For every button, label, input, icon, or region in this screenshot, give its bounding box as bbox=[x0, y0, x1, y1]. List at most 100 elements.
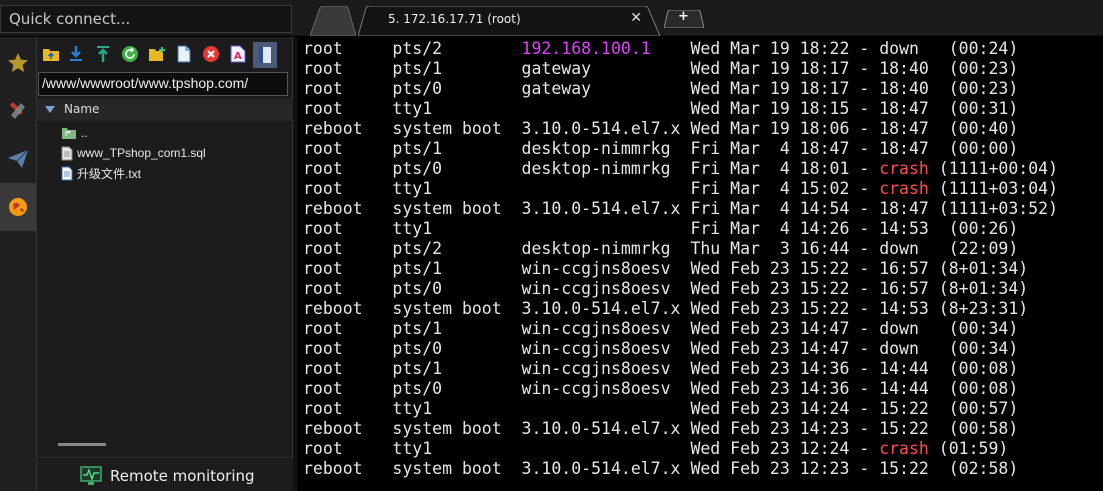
login-end: 18:47 bbox=[879, 99, 939, 118]
login-user: root bbox=[303, 359, 393, 378]
parent-folder-icon bbox=[62, 128, 76, 139]
login-time: Wed Mar 19 18:22 - bbox=[690, 39, 880, 58]
remote-path-input[interactable]: /www/wwwroot/www.tpshop.com/ bbox=[38, 72, 288, 96]
bookmark-icon bbox=[259, 47, 271, 63]
tab-session[interactable]: 5. 172.16.17.71 (root) ✕ bbox=[358, 6, 660, 36]
refresh-button[interactable] bbox=[120, 44, 140, 64]
login-host: desktop-nimmrkg bbox=[521, 159, 691, 178]
login-user: root bbox=[303, 319, 393, 338]
login-end: 15:22 bbox=[879, 419, 939, 438]
quick-connect-input[interactable] bbox=[0, 5, 292, 33]
login-tty: pts/0 bbox=[392, 339, 522, 358]
login-time: Thu Mar 3 16:44 - bbox=[690, 239, 880, 258]
login-user: reboot bbox=[303, 459, 393, 478]
new-tab-button[interactable]: + bbox=[664, 9, 704, 28]
login-duration: (00:58) bbox=[938, 419, 1019, 438]
terminal[interactable]: root pts/2 192.168.100.1 Wed Mar 19 18:2… bbox=[297, 37, 1103, 491]
globe-button[interactable] bbox=[0, 183, 36, 231]
login-host: 3.10.0-514.el7.x bbox=[521, 459, 691, 478]
upload-icon bbox=[97, 46, 109, 62]
tab-home[interactable] bbox=[310, 6, 356, 36]
sessions-star-button[interactable] bbox=[0, 39, 36, 87]
login-end: down bbox=[879, 239, 939, 258]
close-icon[interactable]: ✕ bbox=[630, 10, 642, 26]
terminal-line: root tty1 Wed Mar 19 18:15 - 18:47 (00:3… bbox=[303, 99, 1058, 119]
login-tty: system boot bbox=[392, 119, 522, 138]
login-host bbox=[522, 399, 691, 418]
login-time: Wed Mar 19 18:17 - bbox=[690, 79, 880, 98]
globe-icon bbox=[9, 198, 27, 216]
text-file-icon bbox=[61, 166, 73, 180]
sftp-panel: A /www/wwwroot/www.tpshop.com/ Name .. w… bbox=[37, 37, 293, 491]
svg-text:A: A bbox=[234, 51, 242, 62]
upload-button[interactable] bbox=[93, 44, 113, 64]
sort-arrow-icon bbox=[45, 106, 55, 113]
login-host bbox=[522, 439, 691, 458]
plus-icon: + bbox=[678, 9, 689, 24]
file-row[interactable]: www_TPshop_com1.sql bbox=[61, 144, 206, 162]
login-time: Wed Feb 23 14:23 - bbox=[690, 419, 880, 438]
remote-monitoring-button[interactable]: Remote monitoring bbox=[37, 457, 293, 491]
download-button[interactable] bbox=[66, 44, 86, 64]
login-time: Wed Feb 23 14:36 - bbox=[690, 359, 880, 378]
login-host: win-ccgjns8oesv bbox=[521, 259, 691, 278]
login-duration: (02:58) bbox=[938, 459, 1019, 478]
terminal-line: root tty1 Fri Mar 4 15:02 - crash (1111+… bbox=[303, 179, 1058, 199]
folder-up-button[interactable] bbox=[41, 44, 61, 64]
login-end: down bbox=[879, 319, 939, 338]
login-time: Fri Mar 4 14:26 - bbox=[690, 219, 880, 238]
login-time: Wed Feb 23 12:24 - bbox=[690, 439, 880, 458]
terminal-line: reboot system boot 3.10.0-514.el7.x Fri … bbox=[303, 199, 1058, 219]
login-end: 14:44 bbox=[879, 379, 939, 398]
login-user: reboot bbox=[303, 199, 393, 218]
terminal-line: root pts/0 win-ccgjns8oesv Wed Feb 23 14… bbox=[303, 379, 1058, 399]
panel-resize-grip[interactable] bbox=[58, 443, 106, 446]
login-host: win-ccgjns8oesv bbox=[521, 279, 691, 298]
new-folder-icon bbox=[149, 47, 165, 61]
login-user: root bbox=[303, 179, 393, 198]
login-host bbox=[522, 99, 691, 118]
new-file-button[interactable] bbox=[174, 44, 194, 64]
file-list-header[interactable]: Name bbox=[37, 99, 293, 121]
refresh-icon bbox=[122, 46, 138, 62]
rename-button[interactable]: A bbox=[228, 44, 248, 64]
terminal-line: root tty1 Wed Feb 23 14:24 - 15:22 (00:5… bbox=[303, 399, 1058, 419]
login-tty: pts/2 bbox=[392, 39, 522, 58]
login-duration: (00:26) bbox=[938, 219, 1019, 238]
login-duration: (1111+03:52) bbox=[928, 199, 1058, 218]
login-host: gateway bbox=[521, 79, 691, 98]
column-name: Name bbox=[64, 102, 100, 116]
login-tty: pts/0 bbox=[392, 279, 522, 298]
login-time: Fri Mar 4 14:54 - bbox=[690, 199, 880, 218]
new-folder-button[interactable] bbox=[147, 44, 167, 64]
login-host: win-ccgjns8oesv bbox=[521, 319, 691, 338]
login-duration: (00:34) bbox=[938, 339, 1019, 358]
login-user: reboot bbox=[303, 299, 393, 318]
monitor-icon bbox=[80, 466, 102, 490]
login-user: root bbox=[303, 79, 393, 98]
login-time: Fri Mar 4 15:02 - bbox=[690, 179, 880, 198]
tools-button[interactable] bbox=[0, 87, 36, 135]
send-icon bbox=[8, 149, 29, 168]
terminal-line: root pts/0 win-ccgjns8oesv Wed Feb 23 14… bbox=[303, 339, 1058, 359]
login-duration: (00:40) bbox=[938, 119, 1019, 138]
login-duration: (00:08) bbox=[938, 379, 1019, 398]
login-tty: system boot bbox=[392, 199, 522, 218]
terminal-line: root tty1 Wed Feb 23 12:24 - crash (01:5… bbox=[303, 439, 1058, 459]
login-duration: (00:23) bbox=[938, 59, 1019, 78]
login-end: down bbox=[879, 339, 939, 358]
login-duration: (00:23) bbox=[938, 79, 1019, 98]
login-user: reboot bbox=[303, 419, 393, 438]
file-name: www_TPshop_com1.sql bbox=[77, 146, 206, 160]
login-tty: pts/1 bbox=[392, 359, 522, 378]
login-time: Wed Feb 23 14:47 - bbox=[690, 339, 880, 358]
delete-button[interactable] bbox=[201, 44, 221, 64]
login-time: Wed Feb 23 12:23 - bbox=[690, 459, 880, 478]
login-time: Wed Feb 23 15:22 - bbox=[690, 259, 880, 278]
login-user: root bbox=[303, 159, 393, 178]
login-duration: (01:59) bbox=[928, 439, 1009, 458]
file-row-parent[interactable]: .. bbox=[61, 124, 88, 142]
send-button[interactable] bbox=[0, 135, 36, 183]
file-row[interactable]: 升级文件.txt bbox=[61, 164, 141, 182]
bookmark-button[interactable] bbox=[253, 42, 277, 68]
